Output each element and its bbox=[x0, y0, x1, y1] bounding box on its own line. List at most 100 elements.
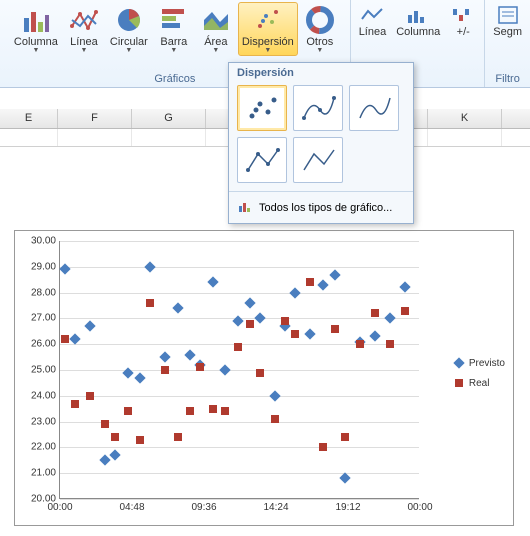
data-point bbox=[234, 343, 242, 351]
data-point bbox=[109, 449, 120, 460]
chart-other-button[interactable]: Otros ▼ bbox=[300, 2, 340, 56]
group-charts-label: Gráficos bbox=[154, 73, 195, 87]
sparkline-line-icon bbox=[359, 4, 385, 26]
data-point bbox=[269, 390, 280, 401]
y-tick-label: 22.00 bbox=[31, 442, 56, 453]
data-point bbox=[209, 405, 217, 413]
data-point bbox=[371, 309, 379, 317]
data-point bbox=[161, 366, 169, 374]
scatter-dropdown-panel: Dispersión Todos los tipos de gráfico... bbox=[228, 62, 414, 224]
x-tick-label: 09:36 bbox=[191, 502, 216, 513]
y-tick-label: 30.00 bbox=[31, 236, 56, 247]
data-point bbox=[184, 349, 195, 360]
sparkline-winloss-label: +/- bbox=[457, 26, 470, 38]
data-point bbox=[136, 436, 144, 444]
data-point bbox=[124, 407, 132, 415]
data-point bbox=[186, 407, 194, 415]
data-point bbox=[122, 367, 133, 378]
bar-chart-icon bbox=[158, 4, 190, 36]
x-tick-label: 14:24 bbox=[263, 502, 288, 513]
slicer-label: Segm bbox=[493, 26, 522, 38]
data-point bbox=[246, 320, 254, 328]
chart-bar-button[interactable]: Barra ▼ bbox=[154, 2, 194, 56]
data-point bbox=[101, 420, 109, 428]
chevron-down-icon: ▼ bbox=[316, 47, 323, 54]
sparkline-column-label: Columna bbox=[396, 26, 440, 38]
panel-options-grid bbox=[229, 81, 413, 191]
group-sparklines-label bbox=[416, 73, 419, 87]
data-point bbox=[69, 333, 80, 344]
column-header[interactable]: K bbox=[428, 109, 502, 128]
column-header[interactable]: F bbox=[58, 109, 132, 128]
all-types-icon bbox=[237, 198, 253, 217]
data-point bbox=[384, 313, 395, 324]
chart-line-button[interactable]: Línea ▼ bbox=[64, 2, 104, 56]
data-point bbox=[401, 307, 409, 315]
sparkline-winloss-button[interactable]: +/- bbox=[446, 2, 480, 40]
sparkline-column-button[interactable]: Columna bbox=[392, 2, 444, 40]
y-tick-label: 28.00 bbox=[31, 287, 56, 298]
data-point bbox=[317, 279, 328, 290]
chart-column-button[interactable]: Columna ▼ bbox=[10, 2, 62, 56]
data-point bbox=[61, 335, 69, 343]
area-chart-icon bbox=[200, 4, 232, 36]
y-tick-label: 23.00 bbox=[31, 416, 56, 427]
data-point bbox=[159, 351, 170, 362]
data-point bbox=[71, 400, 79, 408]
pie-chart-icon bbox=[113, 4, 145, 36]
y-tick-label: 21.00 bbox=[31, 468, 56, 479]
legend-item: Real bbox=[455, 375, 505, 391]
y-tick-label: 29.00 bbox=[31, 261, 56, 272]
data-point bbox=[341, 433, 349, 441]
sparkline-winloss-icon bbox=[450, 4, 476, 26]
data-point bbox=[244, 297, 255, 308]
data-point bbox=[146, 299, 154, 307]
x-tick-label: 04:48 bbox=[119, 502, 144, 513]
all-chart-types-button[interactable]: Todos los tipos de gráfico... bbox=[229, 191, 413, 223]
other-chart-icon bbox=[304, 4, 336, 36]
plot-area: 20.0021.0022.0023.0024.0025.0026.0027.00… bbox=[59, 241, 419, 499]
data-point bbox=[256, 369, 264, 377]
x-tick-label: 00:00 bbox=[47, 502, 72, 513]
slicer-button[interactable]: Segm bbox=[489, 2, 526, 40]
data-point bbox=[219, 364, 230, 375]
data-point bbox=[356, 340, 364, 348]
data-point bbox=[172, 302, 183, 313]
data-point bbox=[331, 325, 339, 333]
column-header[interactable]: G bbox=[132, 109, 206, 128]
data-point bbox=[196, 363, 204, 371]
chevron-down-icon: ▼ bbox=[80, 47, 87, 54]
scatter-option-scatter-straight[interactable] bbox=[293, 137, 343, 183]
chart-scatter-button[interactable]: Dispersión ▼ bbox=[238, 2, 298, 56]
data-point bbox=[84, 320, 95, 331]
data-point bbox=[399, 282, 410, 293]
sparkline-line-label: Línea bbox=[359, 26, 387, 38]
data-point bbox=[281, 317, 289, 325]
group-filter-label: Filtro bbox=[495, 73, 519, 87]
chevron-down-icon: ▼ bbox=[32, 47, 39, 54]
data-point bbox=[221, 407, 229, 415]
data-point bbox=[144, 261, 155, 272]
chart-pie-button[interactable]: Circular ▼ bbox=[106, 2, 152, 56]
data-point bbox=[134, 372, 145, 383]
data-point bbox=[271, 415, 279, 423]
data-point bbox=[111, 433, 119, 441]
column-header[interactable]: E bbox=[0, 109, 58, 128]
scatter-option-scatter-straight-markers[interactable] bbox=[237, 137, 287, 183]
sparkline-column-icon bbox=[405, 4, 431, 26]
legend-label: Real bbox=[469, 378, 490, 389]
embedded-chart[interactable]: 20.0021.0022.0023.0024.0025.0026.0027.00… bbox=[14, 230, 514, 526]
data-point bbox=[386, 340, 394, 348]
data-point bbox=[369, 331, 380, 342]
scatter-option-scatter-markers[interactable] bbox=[237, 85, 287, 131]
scatter-option-scatter-smooth[interactable] bbox=[349, 85, 399, 131]
slicer-icon bbox=[495, 4, 521, 26]
group-charts-row: Columna ▼ Línea ▼ Circular ▼ bbox=[10, 2, 340, 56]
sparkline-line-button[interactable]: Línea bbox=[355, 2, 391, 40]
data-point bbox=[59, 264, 70, 275]
chart-area-button[interactable]: Área ▼ bbox=[196, 2, 236, 56]
line-chart-icon bbox=[68, 4, 100, 36]
scatter-option-scatter-smooth-markers[interactable] bbox=[293, 85, 343, 131]
data-point bbox=[304, 328, 315, 339]
chart-legend: PrevistoReal bbox=[455, 351, 505, 395]
